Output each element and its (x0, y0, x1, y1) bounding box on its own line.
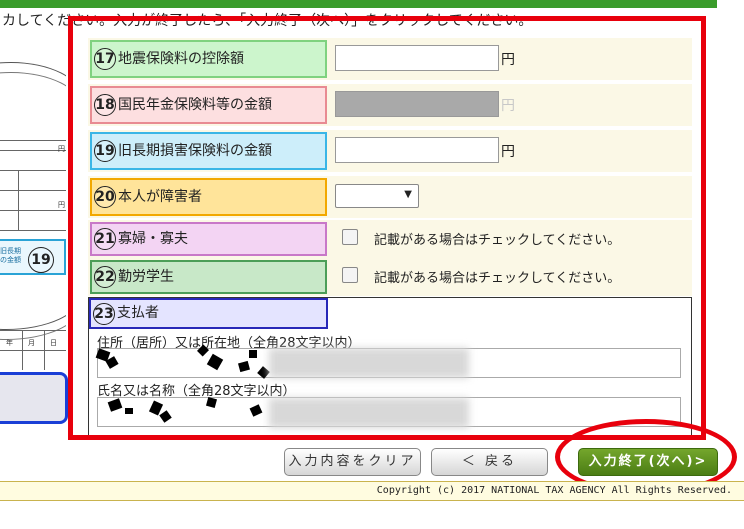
redaction-blur (269, 348, 469, 378)
label-disabled-person: 20 本人が障害者 (90, 178, 327, 216)
row-working-student: 22 勤労学生 記載がある場合はチェックしてください。 (88, 258, 692, 296)
national-pension-input (335, 91, 499, 117)
dropdown-arrow-icon: ▼ (404, 189, 412, 200)
yen-unit: 円 (501, 52, 515, 68)
long-term-insurance-input[interactable] (335, 137, 499, 163)
row-widow: 21 寡婦・寡夫 記載がある場合はチェックしてください。 (88, 220, 692, 258)
row-earthquake-insurance: 17 地震保険料の控除額 円 (88, 38, 692, 80)
working-student-checkbox[interactable] (342, 267, 358, 283)
deduction-form: 17 地震保険料の控除額 円 18 国民年金保険料等の金額 円 19 旧長期損害保険料… (82, 34, 697, 436)
label-widow: 21 寡婦・寡夫 (90, 222, 327, 256)
doc-tiny-yen: 円 (58, 145, 65, 153)
row-disabled-person: 20 本人が障害者 ▼ (88, 176, 692, 218)
redaction-mark (125, 408, 133, 414)
yen-unit: 円 (501, 144, 515, 160)
label-working-student: 22 勤労学生 (90, 260, 327, 294)
label-earthquake-insurance: 17 地震保険料の控除額 (90, 40, 327, 78)
clear-input-button[interactable]: 入力内容をクリア (284, 448, 421, 476)
label-payer: 23 支払者 (89, 298, 328, 329)
document-highlight-blue (0, 372, 68, 424)
disabled-person-select[interactable]: ▼ (335, 184, 419, 208)
label-long-term-insurance: 19 旧長期損害保険料の金額 (90, 132, 327, 170)
row-long-term-insurance: 19 旧長期損害保険料の金額 円 (88, 130, 692, 172)
document-highlight-19: 旧長期 の金額 19 (0, 239, 66, 275)
circled-number-19: 19 (28, 247, 54, 273)
row-national-pension: 18 国民年金保険料等の金額 円 (88, 84, 692, 126)
widow-check-text: 記載がある場合はチェックしてください。 (374, 233, 621, 248)
copyright-text: Copyright (c) 2017 NATIONAL TAX AGENCY A… (376, 485, 732, 496)
redaction-blur (269, 398, 469, 428)
working-student-check-text: 記載がある場合はチェックしてください。 (374, 271, 621, 286)
finish-input-next-button[interactable]: 入力終了(次へ)> (578, 448, 718, 476)
redaction-mark (249, 350, 257, 358)
top-bar (0, 0, 717, 8)
label-national-pension: 18 国民年金保険料等の金額 (90, 86, 327, 124)
yen-unit: 円 (501, 98, 515, 114)
earthquake-insurance-input[interactable] (335, 45, 499, 71)
back-button[interactable]: ＜ 戻る (431, 448, 548, 476)
widow-checkbox[interactable] (342, 229, 358, 245)
payer-section: 23 支払者 住所（居所）又は所在地（全角28文字以内） 氏名又は名称（全角28文… (88, 297, 692, 436)
instruction-text: カしてください。入力が終了したら、「入力終了（次へ）」をクリックしてください。 (2, 13, 533, 29)
